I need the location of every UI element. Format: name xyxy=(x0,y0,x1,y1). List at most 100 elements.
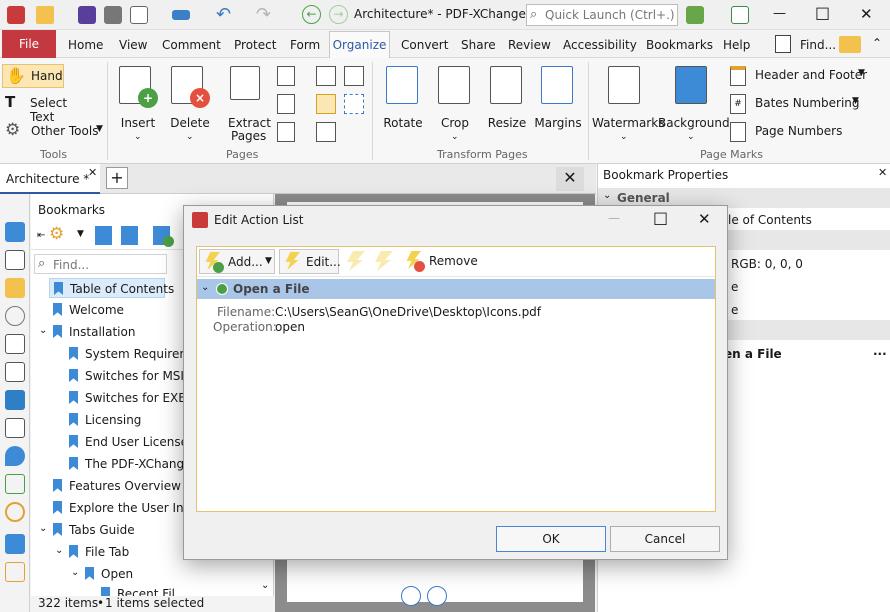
header-footer-button[interactable]: Header and Footer ▼ xyxy=(728,64,870,88)
new-child-bookmark-icon[interactable] xyxy=(121,226,138,245)
dialog-close-button[interactable]: ✕ xyxy=(698,210,711,228)
delete-button[interactable]: × Delete ⌄ xyxy=(164,64,216,144)
prev-page-icon[interactable] xyxy=(427,586,447,606)
extract-pages-button[interactable]: Extract Pages xyxy=(220,64,274,144)
bookmarks-find-field[interactable]: ⌕ Find... xyxy=(34,254,167,274)
fullscreen-icon[interactable] xyxy=(731,6,749,24)
tab-review[interactable]: Review xyxy=(508,38,551,52)
structure-pane-icon[interactable] xyxy=(5,474,25,494)
ok-button[interactable]: OK xyxy=(496,526,606,552)
forward-icon[interactable]: → xyxy=(329,5,348,24)
expand-tabs-guide-icon[interactable]: ⌄ xyxy=(39,523,47,534)
save-icon[interactable] xyxy=(78,6,96,24)
close-tab-icon[interactable]: ✕ xyxy=(88,166,97,179)
scroll-down-icon[interactable]: ⌄ xyxy=(261,580,269,591)
margins-button[interactable]: Margins xyxy=(532,64,584,144)
first-page-icon[interactable] xyxy=(401,586,421,606)
page-tool-icon-5[interactable] xyxy=(316,94,336,114)
rotate-button[interactable]: Rotate xyxy=(378,64,428,144)
collapse-ribbon-icon[interactable]: ⌃ xyxy=(872,36,882,50)
collapse-all-icon[interactable]: ⇤ xyxy=(37,230,45,241)
tree-item-file-tab[interactable]: File Tab xyxy=(69,542,129,562)
new-bookmark-icon[interactable] xyxy=(95,226,112,245)
more-button[interactable]: ... xyxy=(873,344,887,358)
other-tools-button[interactable]: ⚙ Other Tools ▼ xyxy=(2,120,106,144)
open-folder-icon[interactable] xyxy=(36,6,54,24)
move-down-icon[interactable] xyxy=(375,251,393,271)
page-tool-icon-7[interactable] xyxy=(344,66,364,86)
tree-item-features-overview[interactable]: Features Overview xyxy=(53,476,181,496)
scan-icon[interactable] xyxy=(172,10,190,20)
tab-home[interactable]: Home xyxy=(68,38,103,52)
tree-item-tabs-guide[interactable]: Tabs Guide xyxy=(53,520,135,540)
bookmark-options-icon[interactable]: ⚙ xyxy=(49,224,64,244)
expand-open-icon[interactable]: ⌄ xyxy=(71,567,79,578)
tree-item-licensing[interactable]: Licensing xyxy=(69,410,141,430)
minimize-button[interactable]: — xyxy=(773,6,786,21)
bates-numbering-button[interactable]: # Bates Numbering ▼ xyxy=(728,92,870,116)
links-pane-icon[interactable] xyxy=(5,502,25,522)
page-tool-icon-2[interactable] xyxy=(277,94,295,114)
cancel-button[interactable]: Cancel xyxy=(610,526,720,552)
folder-icon[interactable] xyxy=(839,36,861,53)
watermarks-button[interactable]: Watermarks ⌄ xyxy=(592,64,664,144)
tab-convert[interactable]: Convert xyxy=(401,38,448,52)
dialog-maximize-button[interactable]: □ xyxy=(653,208,668,227)
tags-pane-icon[interactable] xyxy=(5,418,25,438)
doc-tab-architecture[interactable]: Architecture * ✕ xyxy=(0,164,100,194)
print-icon[interactable] xyxy=(104,6,122,24)
hand-tool-button[interactable]: ✋ Hand xyxy=(2,64,64,88)
tree-item-open[interactable]: Open xyxy=(85,564,133,584)
tree-item-switches-msi[interactable]: Switches for MSI In xyxy=(69,366,199,386)
close-properties-icon[interactable]: ✕ xyxy=(878,166,887,179)
back-icon[interactable]: ← xyxy=(302,5,321,24)
chevron-down-icon[interactable]: ▼ xyxy=(77,229,84,239)
action-row-open-file[interactable]: ⌄ Open a File xyxy=(197,279,715,299)
add-action-button[interactable]: Add... ▼ xyxy=(199,249,275,274)
redo-icon[interactable]: ↷ xyxy=(256,4,271,25)
tab-share[interactable]: Share xyxy=(461,38,496,52)
tree-item-explore-ui[interactable]: Explore the User Inter xyxy=(53,498,201,518)
expand-file-tab-icon[interactable]: ⌄ xyxy=(55,545,63,556)
tab-protect[interactable]: Protect xyxy=(234,38,276,52)
background-button[interactable]: Background ⌄ xyxy=(658,64,730,144)
email-icon[interactable] xyxy=(130,6,148,24)
undo-icon[interactable]: ↶ xyxy=(216,4,231,25)
edit-action-button[interactable]: Edit... xyxy=(279,249,341,274)
file-menu[interactable]: File xyxy=(2,30,56,58)
select-text-button[interactable]: T Select Text xyxy=(2,92,92,124)
find-icon[interactable] xyxy=(775,35,791,53)
signatures-pane-icon[interactable] xyxy=(5,362,25,382)
tab-help[interactable]: Help xyxy=(723,38,750,52)
move-up-icon[interactable] xyxy=(347,251,365,271)
page-tool-icon-8[interactable] xyxy=(344,94,364,114)
content-pane-icon[interactable] xyxy=(5,334,25,354)
dialog-minimize-button[interactable]: — xyxy=(608,211,620,225)
attachments-pane-icon[interactable] xyxy=(5,306,25,326)
tree-item-welcome[interactable]: Welcome xyxy=(53,300,124,320)
tree-item-system-requirements[interactable]: System Requireme xyxy=(69,344,198,364)
tab-form[interactable]: Form xyxy=(290,38,320,52)
destinations-pane-icon[interactable] xyxy=(5,446,25,466)
tree-item-switches-exe[interactable]: Switches for EXE In xyxy=(69,388,201,408)
tree-item-pdf-xchange[interactable]: The PDF-XChange xyxy=(69,454,192,474)
page-tool-icon-6[interactable] xyxy=(316,122,336,142)
page-tool-icon-3[interactable] xyxy=(277,122,295,142)
layers-pane-icon[interactable] xyxy=(5,390,25,410)
tab-organize[interactable]: Organize xyxy=(329,31,390,59)
tree-item-installation[interactable]: Installation xyxy=(53,322,135,342)
tree-item-table-of-contents[interactable]: Table of Contents xyxy=(49,278,174,298)
page-tool-icon-4[interactable] xyxy=(316,66,336,86)
comments-pane-icon[interactable] xyxy=(5,278,25,298)
tab-accessibility[interactable]: Accessibility xyxy=(563,38,637,52)
crop-button[interactable]: Crop ⌄ xyxy=(430,64,480,144)
page-tool-icon-1[interactable] xyxy=(277,66,295,86)
bookmarks-pane-icon[interactable] xyxy=(5,222,25,242)
tag-pane-icon[interactable] xyxy=(5,534,25,554)
insert-button[interactable]: + Insert ⌄ xyxy=(112,64,164,144)
tab-comment[interactable]: Comment xyxy=(162,38,221,52)
quick-launch-input[interactable]: ⌕ Quick Launch (Ctrl+.) xyxy=(526,4,678,26)
customize-icon[interactable] xyxy=(686,6,704,24)
find-button[interactable]: Find... xyxy=(800,38,836,52)
resize-button[interactable]: Resize xyxy=(482,64,532,144)
